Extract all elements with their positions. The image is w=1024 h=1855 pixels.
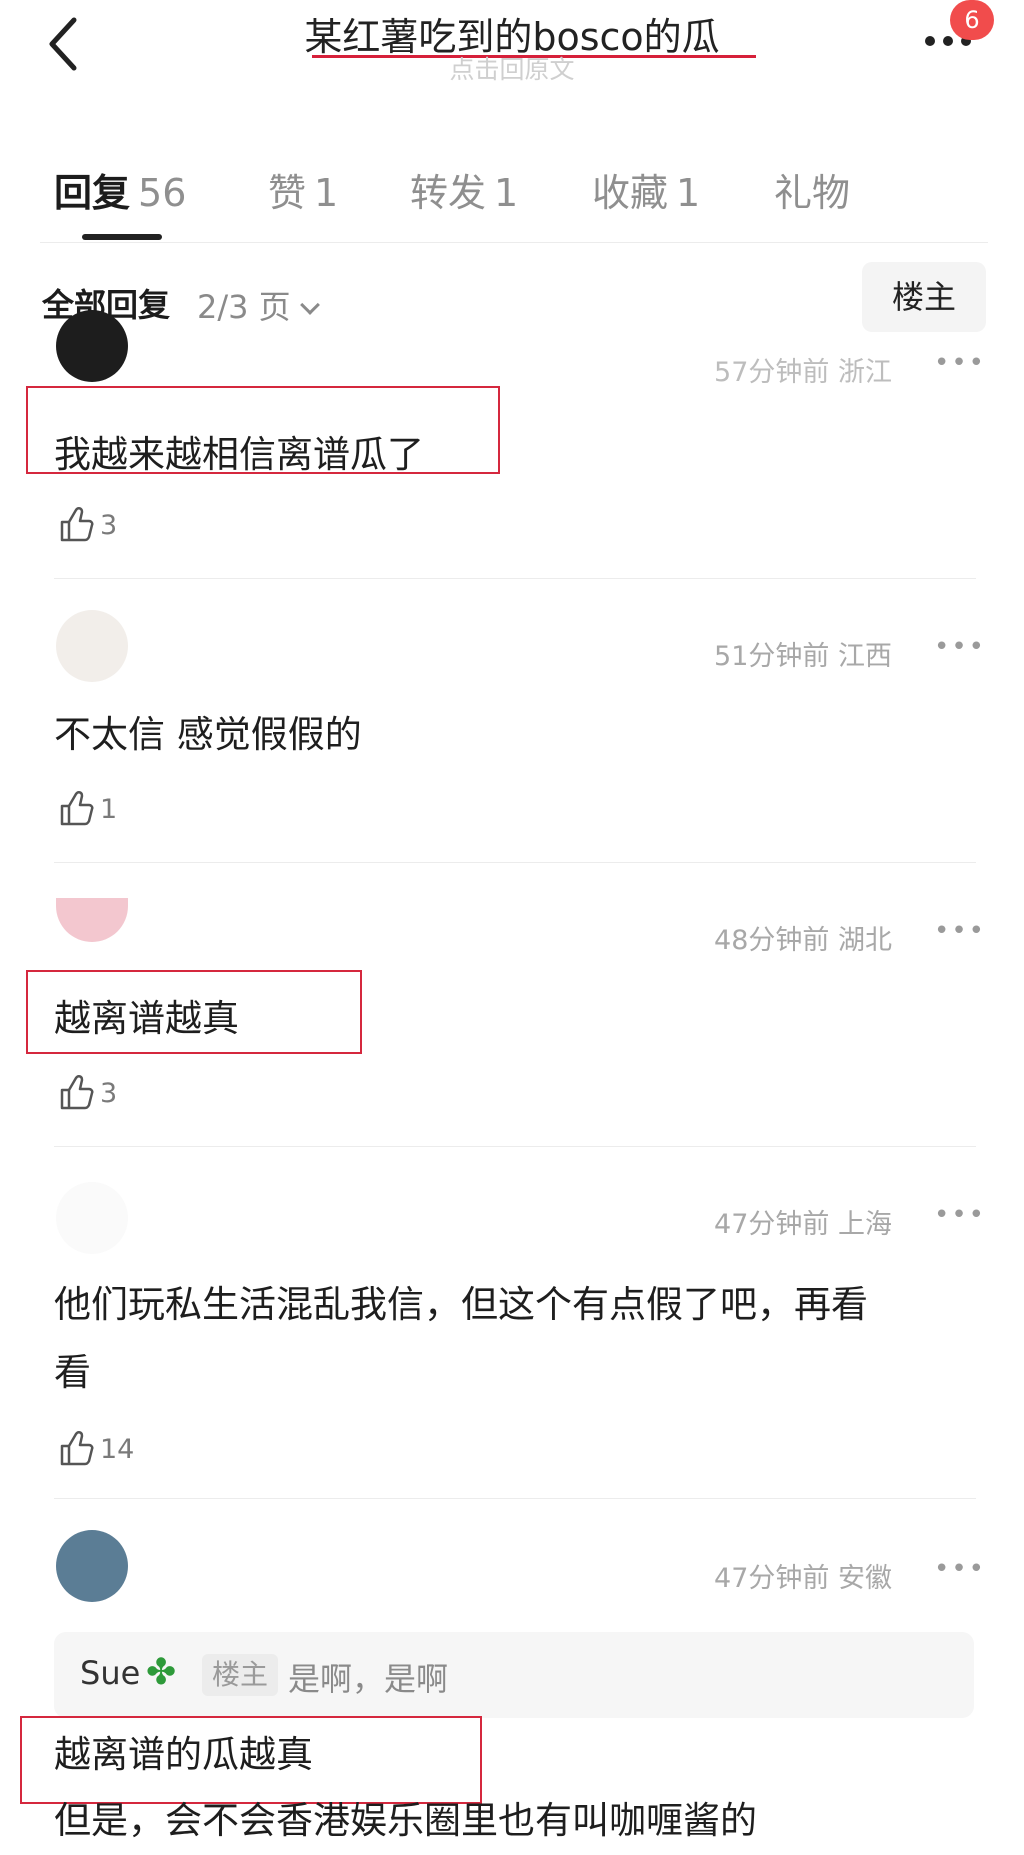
tab-reposts[interactable]: 转发 1	[410, 162, 518, 217]
like-count: 1	[100, 794, 118, 825]
tab-label: 赞	[268, 171, 307, 215]
like-count: 14	[100, 1434, 135, 1465]
top-bar: 某红薯吃到的bosco的瓜 点击回原文 6	[0, 0, 1024, 100]
divider	[54, 1498, 976, 1499]
chevron-down-icon	[299, 295, 320, 315]
more-options-icon[interactable]: •••	[934, 1200, 986, 1230]
tab-favorites[interactable]: 收藏 1	[592, 162, 700, 217]
tab-count: 1	[676, 171, 701, 215]
highlight-box	[26, 970, 362, 1054]
comment-text: 不太信 感觉假假的	[54, 713, 362, 756]
tab-count: 1	[494, 171, 519, 215]
op-only-button[interactable]: 楼主	[862, 262, 986, 332]
quoted-reply[interactable]: Sue ✤ 楼主 是啊，是啊	[54, 1632, 974, 1718]
comment-meta: 57分钟前 浙江	[714, 357, 892, 388]
comment-text-continued: 看	[54, 1351, 91, 1394]
divider	[54, 578, 976, 579]
clover-icon: ✤	[146, 1652, 177, 1693]
view-original-link[interactable]: 点击回原文	[0, 50, 1024, 86]
thumbs-up-icon	[60, 1431, 94, 1466]
comment-meta: 51分钟前 江西	[714, 641, 892, 672]
more-options-icon[interactable]: •••	[934, 916, 986, 946]
comment-text-continued: 但是，会不会香港娱乐圈里也有叫咖喱酱的	[54, 1799, 757, 1842]
like-count: 3	[100, 510, 118, 541]
active-tab-indicator	[82, 234, 162, 240]
tab-label: 转发	[410, 171, 487, 215]
thumbs-up-icon	[60, 1075, 94, 1110]
avatar[interactable]	[56, 310, 128, 382]
op-tag: 楼主	[202, 1654, 279, 1696]
comment-meta: 47分钟前 安徽	[714, 1563, 892, 1594]
more-options-icon[interactable]: •••	[934, 632, 986, 662]
comment-text: 他们玩私生活混乱我信，但这个有点假了吧，再看	[54, 1283, 868, 1326]
divider	[54, 1146, 976, 1147]
divider	[54, 862, 976, 863]
tab-label: 收藏	[592, 171, 669, 215]
comment-meta: 48分钟前 湖北	[714, 925, 892, 956]
tab-count: 56	[138, 171, 187, 215]
notification-badge: 6	[950, 0, 994, 40]
avatar[interactable]	[56, 610, 128, 682]
thumbs-up-icon	[60, 507, 94, 542]
avatar[interactable]	[56, 1530, 128, 1602]
tab-label: 回复	[54, 171, 131, 215]
tab-replies[interactable]: 回复 56	[54, 162, 186, 217]
avatar[interactable]	[56, 898, 128, 942]
tab-count: 1	[314, 171, 339, 215]
tab-gifts[interactable]: 礼物	[774, 162, 850, 217]
reply-text: 是啊，是啊	[288, 1660, 449, 1698]
tab-bar: 回复 56 赞1 转发 1 收藏 1 礼物	[0, 150, 1024, 245]
avatar[interactable]	[56, 1182, 128, 1254]
page-selector[interactable]: 2/3 页	[197, 282, 320, 328]
reply-username[interactable]: Sue	[80, 1654, 140, 1692]
more-options-icon[interactable]: •••	[934, 348, 986, 378]
thumbs-up-icon	[60, 791, 94, 826]
tab-likes[interactable]: 赞1	[268, 162, 338, 217]
comment-meta: 47分钟前 上海	[714, 1209, 892, 1240]
more-options-icon[interactable]: •••	[934, 1554, 986, 1584]
page-indicator: 2/3 页	[197, 288, 291, 326]
like-count: 3	[100, 1078, 118, 1109]
tab-label: 礼物	[774, 171, 851, 215]
divider	[40, 242, 988, 243]
highlight-box	[26, 386, 500, 474]
